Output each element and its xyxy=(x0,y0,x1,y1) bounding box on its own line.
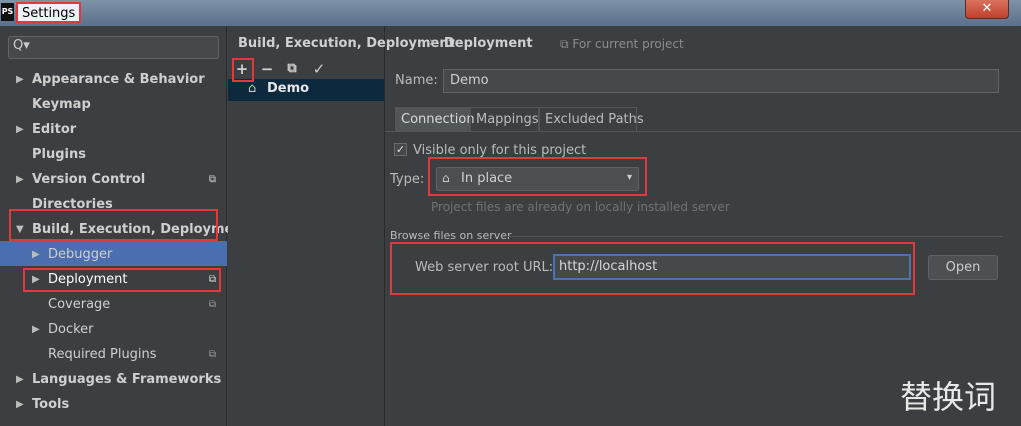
title-bar: PS Settings ✕ xyxy=(0,0,1021,26)
sidebar-item-label: Languages & Frameworks xyxy=(32,372,222,387)
tab-mappings[interactable]: Mappings xyxy=(470,107,539,132)
section-divider xyxy=(508,236,1003,237)
app-icon: PS xyxy=(1,3,14,21)
expand-arrow-icon[interactable]: ▶ xyxy=(16,392,24,417)
visible-only-label[interactable]: Visible only for this project xyxy=(413,143,586,158)
name-label: Name: xyxy=(395,73,438,88)
expand-arrow-icon[interactable]: ▶ xyxy=(32,242,40,267)
visible-only-checkbox[interactable]: ✓ xyxy=(394,143,407,156)
project-scope-icon: ⧉ xyxy=(208,174,216,185)
project-scope-note: ⧉ For current project xyxy=(560,37,684,52)
tab-underline xyxy=(385,131,1021,132)
project-scope-icon: ⧉ xyxy=(208,299,216,310)
section-title: Browse files on server xyxy=(390,229,512,242)
sidebar-item-label: Deployment xyxy=(48,272,128,287)
sidebar-item-docker[interactable]: ▶ Docker xyxy=(32,317,94,342)
breadcrumb-current: Deployment xyxy=(444,36,533,51)
sidebar-item-tools[interactable]: ▶ Tools xyxy=(16,392,69,417)
add-server-button[interactable]: + xyxy=(232,59,252,79)
sidebar-item-languages-frameworks[interactable]: ▶ Languages & Frameworks xyxy=(16,367,221,392)
sidebar-item-required-plugins[interactable]: Required Plugins ⧉ xyxy=(48,342,227,367)
window-title: Settings xyxy=(16,2,82,23)
watermark-text: 替换词 xyxy=(900,378,997,416)
tab-excluded-paths[interactable]: Excluded Paths xyxy=(539,107,644,132)
name-field[interactable]: Demo xyxy=(443,69,999,93)
expand-arrow-icon[interactable]: ▶ xyxy=(16,117,24,142)
sidebar-item-coverage[interactable]: Coverage ⧉ xyxy=(48,292,227,317)
web-root-url-label: Web server root URL: xyxy=(415,260,554,275)
sidebar-item-label: Keymap xyxy=(32,97,91,112)
breadcrumb-separator: › xyxy=(429,35,435,50)
sidebar-item-label: Directories xyxy=(32,197,113,212)
project-scope-icon: ⧉ xyxy=(208,349,216,360)
collapse-arrow-icon[interactable]: ▼ xyxy=(16,217,24,242)
type-select[interactable]: ⌂ In place ▾ xyxy=(436,167,639,191)
sidebar-item-keymap[interactable]: Keymap xyxy=(32,92,91,117)
search-icon: Q▾ xyxy=(13,38,30,53)
sidebar-item-label: Build, Execution, Deployment xyxy=(32,222,249,237)
server-name: Demo xyxy=(267,81,310,96)
sidebar-item-label: Required Plugins xyxy=(48,347,157,362)
server-list-panel: + − ⧉ ✓ ⌂ Demo xyxy=(228,26,384,426)
sidebar-item-appearance-behavior[interactable]: ▶ Appearance & Behavior xyxy=(16,67,205,92)
search-input[interactable]: Q▾ xyxy=(8,36,219,59)
sidebar-item-label: Editor xyxy=(32,122,77,137)
web-root-url-input[interactable]: http://localhost xyxy=(553,254,911,280)
sidebar-item-label: Docker xyxy=(48,322,94,337)
tab-connection[interactable]: Connection xyxy=(395,107,475,132)
project-scope-icon: ⧉ xyxy=(560,37,569,51)
sidebar-item-version-control[interactable]: ▶ Version Control ⧉ xyxy=(16,167,227,192)
sidebar-item-build-execution-deployment[interactable]: ▼ Build, Execution, Deployment xyxy=(16,217,249,242)
home-icon: ⌂ xyxy=(442,171,450,185)
sidebar-item-debugger[interactable]: ▶ Debugger xyxy=(32,242,112,267)
server-list-item[interactable]: ⌂ Demo xyxy=(228,79,384,101)
sidebar-item-label: Version Control xyxy=(32,172,146,187)
panel-divider xyxy=(384,26,385,426)
sidebar-item-directories[interactable]: Directories xyxy=(32,192,113,217)
chevron-down-icon: ▾ xyxy=(626,172,632,183)
type-label: Type: xyxy=(390,172,425,187)
project-scope-text: For current project xyxy=(572,37,684,51)
copy-server-button[interactable]: ⧉ xyxy=(282,59,302,79)
expand-arrow-icon[interactable]: ▶ xyxy=(32,317,40,342)
sidebar-item-label: Appearance & Behavior xyxy=(32,72,205,87)
type-value: In place xyxy=(461,171,513,186)
sidebar-item-plugins[interactable]: Plugins xyxy=(32,142,86,167)
project-scope-icon: ⧉ xyxy=(208,274,216,285)
open-button[interactable]: Open xyxy=(928,255,998,280)
type-hint: Project files are already on locally ins… xyxy=(431,200,730,214)
expand-arrow-icon[interactable]: ▶ xyxy=(32,267,40,292)
sidebar-item-deployment[interactable]: ▶ Deployment ⧉ xyxy=(32,267,227,292)
close-button[interactable]: ✕ xyxy=(965,0,1009,19)
sidebar-item-label: Plugins xyxy=(32,147,86,162)
sidebar-item-label: Coverage xyxy=(48,297,111,312)
expand-arrow-icon[interactable]: ▶ xyxy=(16,67,24,92)
expand-arrow-icon[interactable]: ▶ xyxy=(16,167,24,192)
sidebar-item-editor[interactable]: ▶ Editor xyxy=(16,117,76,142)
set-default-button[interactable]: ✓ xyxy=(309,59,329,79)
sidebar-item-label: Tools xyxy=(32,397,70,412)
home-icon: ⌂ xyxy=(248,81,257,96)
remove-server-button[interactable]: − xyxy=(257,59,277,79)
sidebar-item-label: Debugger xyxy=(48,247,113,262)
breadcrumb-parent[interactable]: Build, Execution, Deployment xyxy=(238,36,455,51)
expand-arrow-icon[interactable]: ▶ xyxy=(16,367,24,392)
